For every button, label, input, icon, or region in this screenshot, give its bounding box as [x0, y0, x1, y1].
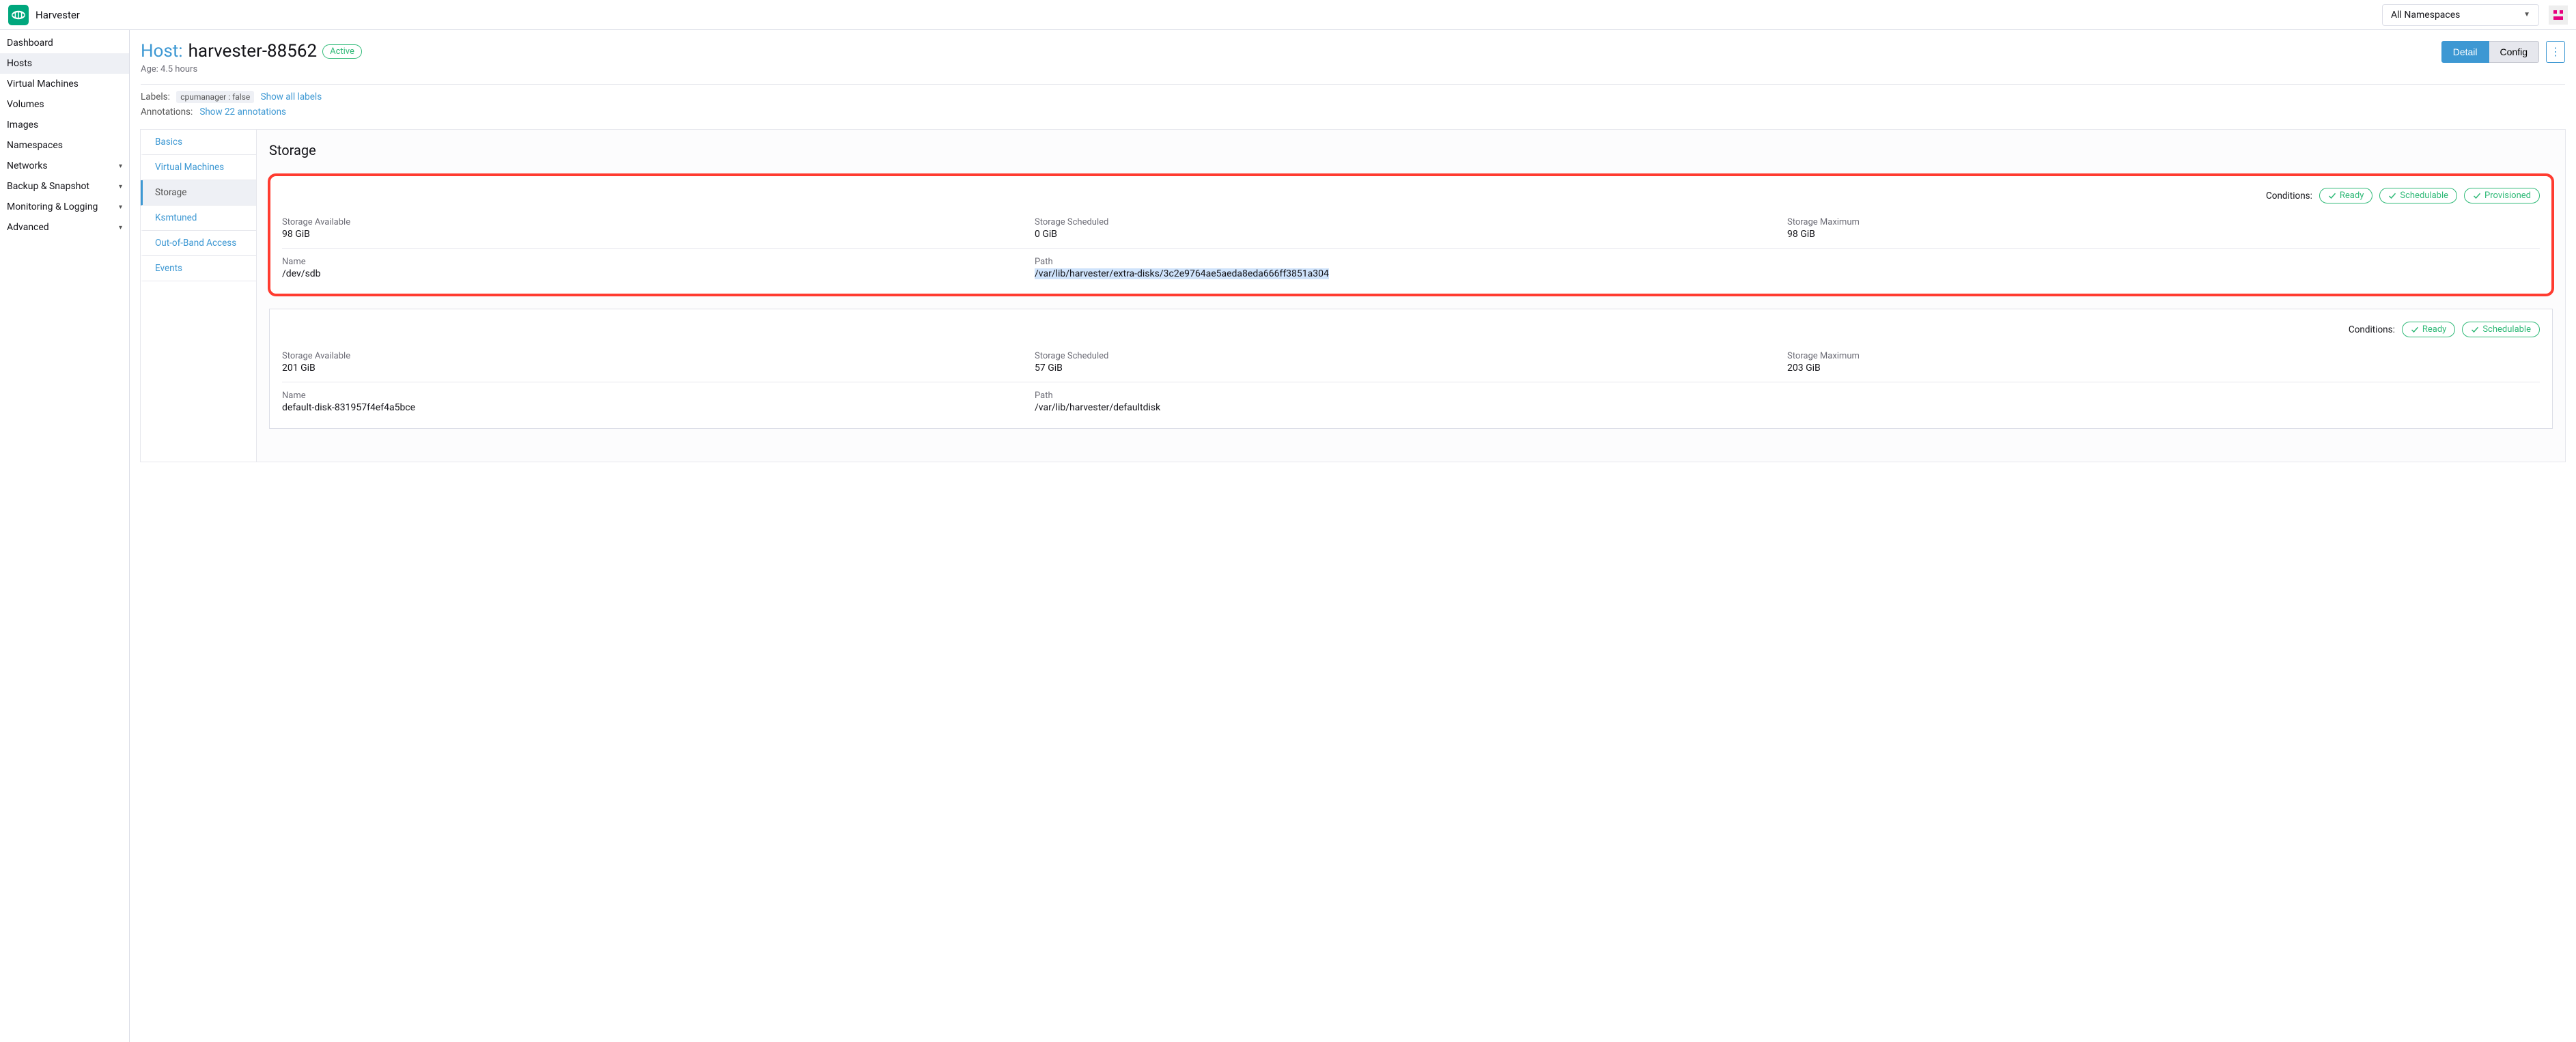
sidebar-item-label: Virtual Machines — [7, 79, 79, 89]
label-tag: cpumanager : false — [176, 91, 254, 103]
chevron-down-icon: ▾ — [119, 183, 122, 191]
chevron-down-icon: ▾ — [119, 163, 122, 170]
condition-pill-ready: Ready — [2402, 322, 2455, 337]
topbar-right: All Namespaces ▼ — [2382, 4, 2568, 26]
storage-identity-row: Name/dev/sdbPath/var/lib/harvester/extra… — [282, 257, 2540, 279]
sidebar-item-label: Volumes — [7, 99, 44, 110]
tab-virtual-machines[interactable]: Virtual Machines — [141, 155, 256, 180]
conditions-row: Conditions: Ready Schedulable Provisioned — [282, 188, 2540, 203]
conditions-row: Conditions: Ready Schedulable — [282, 322, 2540, 337]
sidebar-item-label: Backup & Snapshot — [7, 181, 89, 192]
tab-storage[interactable]: Storage — [141, 180, 256, 206]
metric-max: Storage Maximum203 GiB — [1787, 351, 2540, 374]
storage-disk-card: Conditions: Ready Schedulable Provisioned St… — [269, 175, 2553, 295]
topbar: Harvester All Namespaces ▼ — [0, 0, 2576, 30]
brand-logo — [8, 5, 29, 25]
disk-path: Path/var/lib/harvester/extra-disks/3c2e9… — [1035, 257, 2540, 279]
namespace-select-value: All Namespaces — [2391, 10, 2460, 20]
conditions-label: Conditions: — [2266, 191, 2312, 201]
sidebar: Dashboard Hosts Virtual Machines Volumes Ima… — [0, 30, 130, 1042]
tab-column: BasicsVirtual MachinesStorageKsmtunedOut… — [141, 130, 257, 462]
disk-path: Path/var/lib/harvester/defaultdisk — [1035, 391, 2540, 413]
main: Host: harvester-88562 Active Age: 4.5 ho… — [130, 30, 2576, 1042]
disk-name: Name/dev/sdb — [282, 257, 1035, 279]
chevron-down-icon: ▾ — [119, 224, 122, 231]
tab-out-of-band-access[interactable]: Out-of-Band Access — [141, 231, 256, 256]
sidebar-item-backup-snapshot[interactable]: Backup & Snapshot ▾ — [0, 176, 129, 197]
sidebar-item-label: Monitoring & Logging — [7, 201, 98, 212]
labels-row: Labels: cpumanager : false Show all labe… — [141, 91, 2565, 102]
annotations-row: Annotations: Show 22 annotations — [141, 107, 2565, 117]
tab-events[interactable]: Events — [141, 256, 256, 281]
storage-identity-row: Namedefault-disk-831957f4ef4a5bcePath/va… — [282, 391, 2540, 413]
sidebar-item-label: Images — [7, 119, 38, 130]
storage-panel: Storage Conditions: Ready Schedulable Provi… — [257, 130, 2565, 462]
page-header: Host: harvester-88562 Active Age: 4.5 ho… — [141, 41, 2565, 74]
condition-pill-schedulable: Schedulable — [2462, 322, 2540, 337]
metric-avail: Storage Available201 GiB — [282, 351, 1035, 374]
show-all-labels-link[interactable]: Show all labels — [261, 91, 322, 102]
content-split: BasicsVirtual MachinesStorageKsmtunedOut… — [141, 130, 2565, 462]
divider — [141, 84, 2565, 85]
sidebar-item-label: Advanced — [7, 222, 49, 233]
tab-basics[interactable]: Basics — [141, 130, 256, 155]
chevron-down-icon: ▾ — [119, 203, 122, 211]
sidebar-item-virtual-machines[interactable]: Virtual Machines — [0, 74, 129, 94]
labels-prefix: Labels: — [141, 91, 170, 102]
sidebar-item-monitoring-logging[interactable]: Monitoring & Logging ▾ — [0, 197, 129, 217]
condition-pill-ready: Ready — [2319, 188, 2372, 203]
title-prefix: Host: — [141, 41, 183, 61]
age-text: Age: 4.5 hours — [141, 64, 362, 74]
sidebar-item-label: Dashboard — [7, 38, 53, 48]
sidebar-item-label: Namespaces — [7, 140, 63, 151]
status-badge: Active — [322, 44, 362, 59]
sidebar-item-images[interactable]: Images — [0, 115, 129, 135]
harvester-icon — [11, 8, 26, 23]
detail-button[interactable]: Detail — [2441, 41, 2489, 63]
storage-metrics-row: Storage Available98 GiBStorage Scheduled… — [282, 217, 2540, 240]
namespace-select[interactable]: All Namespaces ▼ — [2382, 4, 2539, 26]
annotations-prefix: Annotations: — [141, 107, 193, 117]
brand-name: Harvester — [36, 9, 80, 21]
metric-sched: Storage Scheduled57 GiB — [1035, 351, 1787, 374]
divider — [282, 248, 2540, 249]
panel-heading: Storage — [269, 142, 2553, 158]
condition-pill-provisioned: Provisioned — [2464, 188, 2540, 203]
sidebar-item-namespaces[interactable]: Namespaces — [0, 135, 129, 156]
sidebar-item-volumes[interactable]: Volumes — [0, 94, 129, 115]
tab-ksmtuned[interactable]: Ksmtuned — [141, 206, 256, 231]
user-glyph-icon — [2552, 9, 2564, 21]
chevron-down-icon: ▼ — [2523, 11, 2530, 18]
header-actions: Detail Config ⋮ — [2441, 41, 2565, 63]
sidebar-item-label: Networks — [7, 160, 48, 171]
condition-pill-schedulable: Schedulable — [2379, 188, 2457, 203]
show-annotations-link[interactable]: Show 22 annotations — [199, 107, 286, 117]
metric-sched: Storage Scheduled0 GiB — [1035, 217, 1787, 240]
sidebar-item-hosts[interactable]: Hosts — [0, 53, 129, 74]
config-button[interactable]: Config — [2489, 41, 2539, 63]
brand-group: Harvester — [8, 5, 80, 25]
disk-name: Namedefault-disk-831957f4ef4a5bce — [282, 391, 1035, 413]
sidebar-item-dashboard[interactable]: Dashboard — [0, 33, 129, 53]
sidebar-item-advanced[interactable]: Advanced ▾ — [0, 217, 129, 238]
host-name: harvester-88562 — [188, 41, 318, 61]
sidebar-item-networks[interactable]: Networks ▾ — [0, 156, 129, 176]
conditions-label: Conditions: — [2349, 324, 2395, 335]
actions-menu-button[interactable]: ⋮ — [2546, 41, 2565, 63]
sidebar-item-label: Hosts — [7, 58, 32, 69]
storage-disk-card: Conditions: Ready Schedulable Storage Avail… — [269, 309, 2553, 429]
user-menu[interactable] — [2549, 5, 2568, 25]
metric-max: Storage Maximum98 GiB — [1787, 217, 2540, 240]
storage-metrics-row: Storage Available201 GiBStorage Schedule… — [282, 351, 2540, 374]
metric-avail: Storage Available98 GiB — [282, 217, 1035, 240]
